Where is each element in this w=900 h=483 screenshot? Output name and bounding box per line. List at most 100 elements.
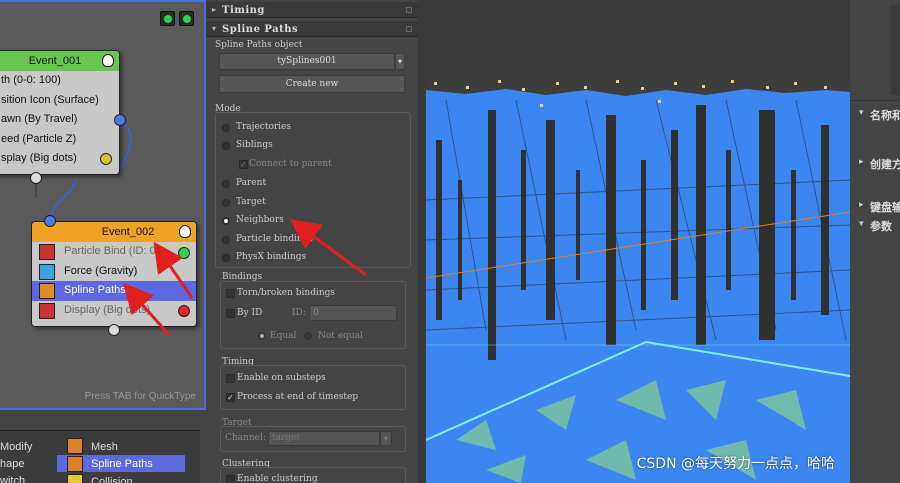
operator-depot[interactable]: Modify hape witch Mesh Spline Paths Coll…: [0, 430, 200, 483]
lightbulb-icon[interactable]: [102, 54, 114, 67]
mode-option[interactable]: Trajectories: [236, 122, 291, 132]
connect-parent-label: Connect to parent: [249, 159, 332, 169]
mode-option[interactable]: Siblings: [236, 140, 273, 150]
green-toggle-button[interactable]: [160, 11, 175, 26]
enable-clustering-checkbox[interactable]: [226, 475, 235, 483]
input-port[interactable]: [44, 215, 56, 227]
chevron-down-icon[interactable]: ▾: [380, 431, 392, 446]
mode-option[interactable]: Neighbors: [236, 215, 284, 225]
id-spinner[interactable]: 0: [309, 305, 397, 321]
operator-particle-bind[interactable]: Particle Bind (ID: 0): [32, 242, 196, 262]
operator-spline-paths[interactable]: Spline Paths: [32, 281, 196, 301]
output-port[interactable]: [178, 247, 190, 259]
particle-view-graph[interactable]: Event_001 th (0-0: 100) sition Icon (Sur…: [0, 0, 206, 410]
output-port[interactable]: [114, 114, 126, 126]
depot-item-collision[interactable]: Collision: [91, 474, 133, 483]
by-id-checkbox[interactable]: [226, 309, 235, 318]
torn-bindings-label: Torn/broken bindings: [237, 288, 336, 298]
operator-row[interactable]: awn (By Travel): [0, 110, 119, 130]
grip-icon: [406, 26, 412, 32]
depot-item[interactable]: witch: [0, 473, 25, 483]
output-port[interactable]: [178, 305, 190, 317]
rollout-creation-method[interactable]: ▸ 创建方: [850, 155, 900, 173]
mode-option[interactable]: Particle bindings: [236, 234, 313, 244]
spline-paths-rollout-header[interactable]: ▾ Spline Paths: [206, 21, 418, 37]
watermark-text: CSDN @每天努力一点点，哈哈: [636, 456, 835, 472]
panel-scrollbar[interactable]: [418, 0, 426, 483]
expand-arrow-icon: ▸: [859, 200, 864, 210]
rollout-name-color[interactable]: ▾ 名称和: [850, 106, 900, 124]
spline-paths-icon: [67, 456, 83, 472]
lightbulb-icon[interactable]: [179, 225, 191, 238]
timing-rollout-header[interactable]: ▸ Timing: [206, 2, 418, 18]
command-panel: ▾ 名称和 ▸ 创建方 ▸ 键盘输 ▾ 参数: [850, 0, 900, 483]
radio-target[interactable]: [222, 199, 230, 207]
by-id-label: By ID: [237, 308, 263, 318]
radio-siblings[interactable]: [222, 142, 230, 150]
input-port[interactable]: [108, 324, 120, 336]
radio-neighbors[interactable]: [222, 217, 230, 225]
grip-icon: [406, 7, 412, 13]
radio-equal[interactable]: [258, 332, 266, 340]
torn-bindings-checkbox[interactable]: [226, 289, 235, 298]
radio-physx-bindings[interactable]: [222, 254, 230, 262]
force-icon: [39, 263, 55, 280]
mode-option[interactable]: Parent: [236, 178, 266, 188]
operator-display[interactable]: Display (Big dots): [32, 301, 196, 321]
depot-item[interactable]: hape: [0, 456, 24, 472]
particle-bind-icon: [39, 244, 55, 260]
enable-clustering-label: Enable clustering: [237, 474, 318, 483]
expand-arrow-icon: ▸: [859, 157, 864, 167]
process-end-label: Process at end of timestep: [237, 392, 359, 402]
display-icon: [39, 302, 55, 319]
dropdown-arrow-icon[interactable]: ▾: [395, 53, 405, 70]
operator-force[interactable]: Force (Gravity): [32, 262, 196, 282]
event-002-node[interactable]: Event_002 Particle Bind (ID: 0) Force (G…: [31, 221, 197, 327]
rollout-keyboard-entry[interactable]: ▸ 键盘输: [850, 198, 900, 216]
green-toggle-button-2[interactable]: [179, 11, 194, 26]
operator-row[interactable]: th (0-0: 100): [0, 71, 119, 91]
mode-option[interactable]: PhysX bindings: [236, 252, 306, 262]
water-simulation-render: [426, 0, 850, 483]
mesh-icon: [67, 438, 83, 454]
spline-paths-icon: [39, 283, 55, 299]
collapse-arrow-icon: ▾: [859, 219, 864, 229]
command-buttons-strip[interactable]: [891, 5, 900, 95]
radio-trajectories[interactable]: [222, 124, 230, 132]
enable-substeps-label: Enable on substeps: [237, 373, 326, 383]
input-port[interactable]: [30, 172, 42, 184]
radio-particle-bindings[interactable]: [222, 236, 230, 244]
operator-row[interactable]: eed (Particle Z): [0, 130, 119, 150]
collapse-arrow-icon: ▾: [859, 108, 864, 118]
object-label: Spline Paths object: [215, 40, 303, 50]
enable-substeps-checkbox[interactable]: [226, 374, 235, 383]
depot-item-mesh[interactable]: Mesh: [91, 439, 118, 455]
channel-dropdown[interactable]: target: [268, 431, 380, 446]
create-new-button[interactable]: Create new: [219, 75, 405, 93]
operator-row[interactable]: sition Icon (Surface): [0, 91, 119, 111]
connect-parent-checkbox[interactable]: ✓: [239, 160, 248, 169]
collision-icon: [67, 474, 83, 483]
mode-group: [215, 112, 411, 268]
depot-item[interactable]: Modify: [0, 439, 32, 455]
not-equal-label: Not equal: [318, 331, 363, 341]
collapse-arrow-icon: ▾: [212, 24, 217, 33]
object-picker-button[interactable]: tySplines001: [219, 53, 395, 70]
channel-label: Channel:: [225, 433, 266, 443]
depot-item-spline-paths[interactable]: Spline Paths: [91, 456, 153, 472]
radio-not-equal[interactable]: [304, 332, 312, 340]
id-label: ID:: [292, 308, 306, 318]
process-end-checkbox[interactable]: ✓: [226, 393, 235, 402]
output-port[interactable]: [100, 153, 112, 165]
rollout-parameters[interactable]: ▾ 参数: [850, 217, 900, 235]
mode-option[interactable]: Target: [236, 197, 266, 207]
parameters-panel: ▸ Timing ▾ Spline Paths Spline Paths obj…: [206, 0, 418, 483]
radio-parent[interactable]: [222, 180, 230, 188]
quicktab-hint: Press TAB for QuickType: [84, 391, 196, 402]
3d-viewport[interactable]: CSDN @每天努力一点点，哈哈: [426, 0, 850, 483]
timing-group: [220, 365, 406, 410]
event-002-title: Event_002: [101, 226, 155, 238]
equal-label: Equal: [270, 331, 297, 341]
expand-arrow-icon: ▸: [212, 5, 217, 14]
event-001-title: Event_001: [28, 55, 82, 67]
